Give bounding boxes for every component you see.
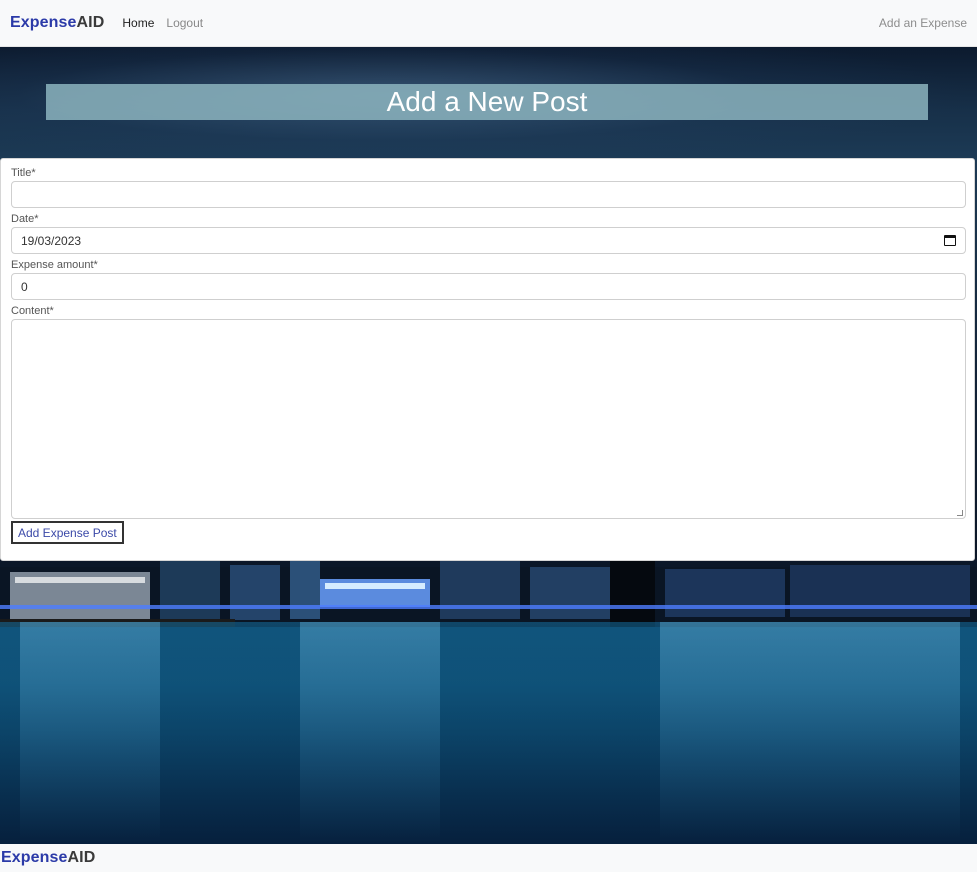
brand-logo-part1: Expense — [10, 14, 77, 31]
footer: ExpenseAID — [0, 844, 977, 872]
light-reflection — [660, 622, 960, 844]
date-value: 19/03/2023 — [21, 233, 82, 248]
expense-amount-input[interactable]: 0 — [11, 273, 966, 300]
light-reflection — [20, 622, 160, 844]
footer-brand-part2: AID — [67, 849, 96, 866]
nav-add-expense-link[interactable]: Add an Expense — [879, 16, 967, 30]
title-input[interactable] — [11, 181, 966, 208]
footer-brand-part1: Expense — [1, 849, 68, 866]
date-label: Date* — [11, 213, 39, 225]
brand-logo-part2: AID — [76, 14, 105, 31]
nav-logout-link[interactable]: Logout — [166, 16, 203, 30]
expense-amount-label: Expense amount* — [11, 259, 98, 271]
city-skyline-image — [0, 557, 977, 627]
resize-handle-icon[interactable] — [957, 510, 963, 516]
page-title: Add a New Post — [386, 86, 588, 117]
light-reflection — [300, 622, 440, 844]
add-expense-form: Title* Date* 19/03/2023 Expense amount* … — [0, 158, 975, 561]
content-textarea[interactable] — [11, 319, 966, 519]
page-title-banner: Add a New Post — [46, 84, 928, 120]
brand-logo[interactable]: ExpenseAID — [10, 14, 104, 32]
footer-brand: ExpenseAID — [1, 849, 95, 867]
date-input[interactable]: 19/03/2023 — [11, 227, 966, 254]
nav-home-link[interactable]: Home — [122, 16, 154, 30]
calendar-icon[interactable] — [944, 235, 956, 246]
content-label: Content* — [11, 305, 54, 317]
title-label: Title* — [11, 167, 36, 179]
top-navbar: ExpenseAID Home Logout Add an Expense — [0, 0, 977, 47]
add-expense-post-button[interactable]: Add Expense Post — [11, 521, 124, 544]
